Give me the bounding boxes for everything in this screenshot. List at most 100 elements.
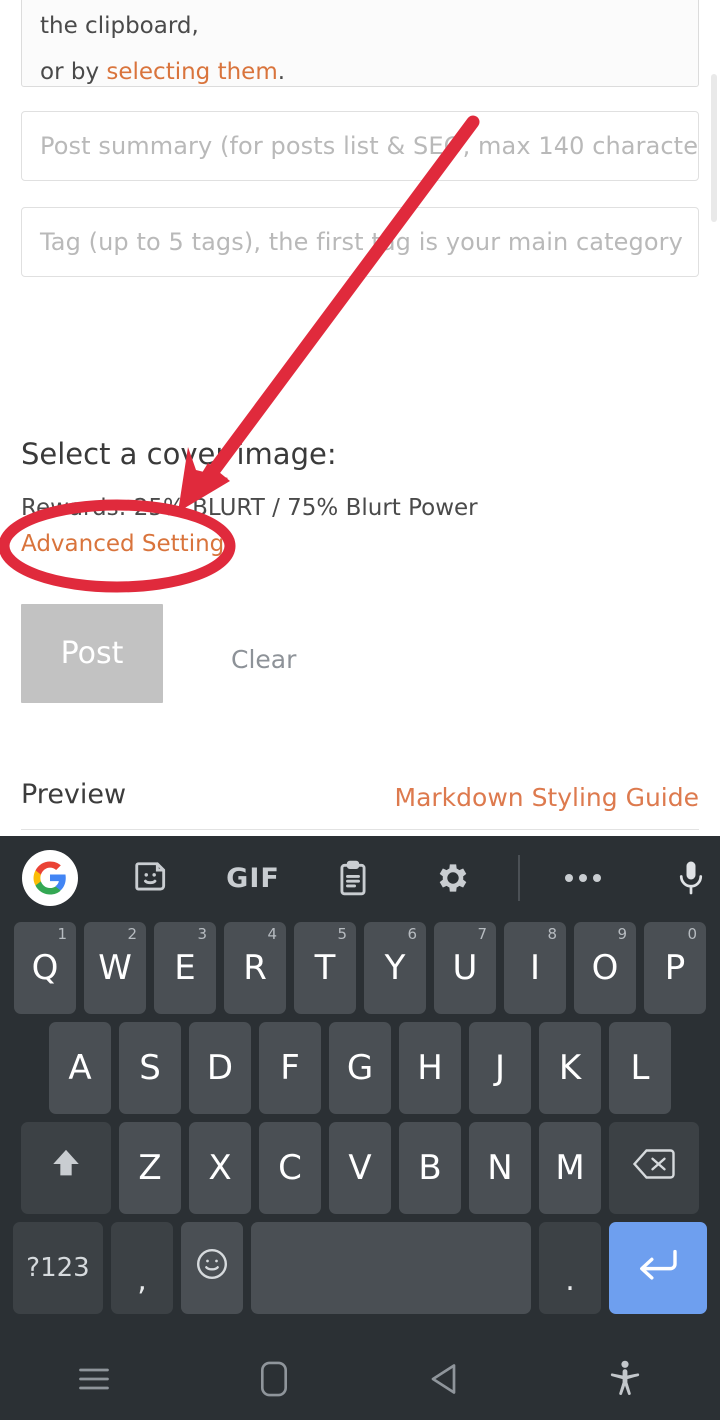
recents-button[interactable] [0,1341,188,1420]
editor-image-hint[interactable]: Insert images by dragging & dropping, pa… [21,0,699,87]
key-v[interactable]: V [329,1122,391,1214]
key-o-label: O [591,948,619,988]
post-summary-placeholder: Post summary (for posts list & SEO, max … [40,132,699,160]
cover-image-heading: Select a cover image: [21,437,337,471]
clipboard-icon[interactable] [324,836,382,920]
space-key[interactable] [251,1222,531,1314]
sticker-icon[interactable] [122,836,180,920]
emoji-key[interactable] [181,1222,243,1314]
key-s-label: S [139,1048,161,1088]
key-q-label: Q [31,948,59,988]
key-w[interactable]: 2W [84,922,146,1014]
key-y[interactable]: 6Y [364,922,426,1014]
post-summary-input[interactable]: Post summary (for posts list & SEO, max … [21,111,699,181]
keyboard-row-4: ?123 , . [0,1222,720,1314]
key-j-label: J [494,1048,506,1088]
period-key[interactable]: . [539,1222,601,1314]
key-t-number: 5 [337,925,347,943]
key-q[interactable]: 1Q [14,922,76,1014]
key-f[interactable]: F [259,1022,321,1114]
enter-icon [636,1247,680,1290]
key-w-label: W [98,948,132,988]
symbols-key[interactable]: ?123 [13,1222,103,1314]
key-a[interactable]: A [49,1022,111,1114]
key-l[interactable]: L [609,1022,671,1114]
key-u-label: U [452,948,478,988]
key-m[interactable]: M [539,1122,601,1214]
key-n[interactable]: N [469,1122,531,1214]
key-p[interactable]: 0P [644,922,706,1014]
key-t[interactable]: 5T [294,922,356,1014]
keyboard-row-2: A S D F G H J K L [0,1022,720,1114]
key-u[interactable]: 7U [434,922,496,1014]
menu-icon [76,1364,112,1398]
key-q-number: 1 [57,925,67,943]
key-c-label: C [278,1148,302,1188]
key-a-label: A [68,1048,92,1088]
editor-hint-line2-prefix: or by [40,59,107,85]
key-h-label: H [417,1048,443,1088]
rewards-text: Rewards: 25% BLURT / 75% Blurt Power [21,495,478,521]
tags-input[interactable]: Tag (up to 5 tags), the first tag is you… [21,207,699,277]
keyboard-rows: 1Q 2W 3E 4R 5T 6Y 7U 8I 9O 0P A S D F G … [0,922,720,1322]
home-icon [259,1360,289,1402]
post-button[interactable]: Post [21,604,163,703]
key-z[interactable]: Z [119,1122,181,1214]
google-logo-icon[interactable] [0,836,78,920]
home-button[interactable] [188,1341,360,1420]
comma-key[interactable]: , [111,1222,173,1314]
key-h[interactable]: H [399,1022,461,1114]
page-scrollbar[interactable] [711,74,717,222]
accessibility-button[interactable] [530,1341,720,1420]
key-b-label: B [418,1148,442,1188]
backspace-icon [632,1148,675,1189]
key-z-label: Z [138,1148,162,1188]
emoji-icon [194,1246,230,1291]
back-button[interactable] [360,1341,530,1420]
shift-key[interactable] [21,1122,111,1214]
keyboard-row-1: 1Q 2W 3E 4R 5T 6Y 7U 8I 9O 0P [0,922,720,1014]
shift-icon [49,1146,83,1191]
key-p-label: P [664,948,686,988]
editor-hint-line2-suffix: . [277,59,286,85]
android-navigation-bar [0,1341,720,1420]
advanced-settings-link[interactable]: Advanced Settings [21,531,236,557]
clear-button[interactable]: Clear [231,645,296,674]
android-keyboard: G I F 1 Q 2 W 3 E 4 R 5 T 6 Y 7 U 8 I 9 O … [0,836,720,1341]
enter-key[interactable] [609,1222,707,1314]
key-e[interactable]: 3E [154,922,216,1014]
key-x[interactable]: X [189,1122,251,1214]
selecting-them-link[interactable]: selecting them [106,59,277,85]
key-r-label: R [243,948,267,988]
key-i-label: I [529,948,541,988]
toolbar-divider [518,836,520,920]
key-b[interactable]: B [399,1122,461,1214]
key-k[interactable]: K [539,1022,601,1114]
gear-icon[interactable] [424,836,482,920]
keyboard-toolbar: GIF [0,836,720,920]
screen: Insert images by dragging & dropping, pa… [0,0,720,1420]
key-o[interactable]: 9O [574,922,636,1014]
tags-placeholder: Tag (up to 5 tags), the first tag is you… [40,228,683,256]
key-k-label: K [558,1048,582,1088]
key-x-label: X [208,1148,232,1188]
key-i[interactable]: 8I [504,922,566,1014]
key-l-label: L [630,1048,650,1088]
markdown-styling-guide-link[interactable]: Markdown Styling Guide [395,783,699,812]
preview-label: Preview [21,779,127,810]
more-options-icon[interactable] [554,836,612,920]
gif-icon[interactable]: GIF [224,836,282,920]
microphone-icon[interactable] [662,836,720,920]
key-o-number: 9 [617,925,627,943]
key-g[interactable]: G [329,1022,391,1114]
key-d[interactable]: D [189,1022,251,1114]
key-r[interactable]: 4R [224,922,286,1014]
key-c[interactable]: C [259,1122,321,1214]
key-i-number: 8 [547,925,557,943]
key-s[interactable]: S [119,1022,181,1114]
keyboard-row-3: Z X C V B N M [0,1122,720,1214]
key-m-label: M [555,1148,585,1188]
backspace-key[interactable] [609,1122,699,1214]
key-j[interactable]: J [469,1022,531,1114]
key-d-label: D [206,1048,234,1088]
